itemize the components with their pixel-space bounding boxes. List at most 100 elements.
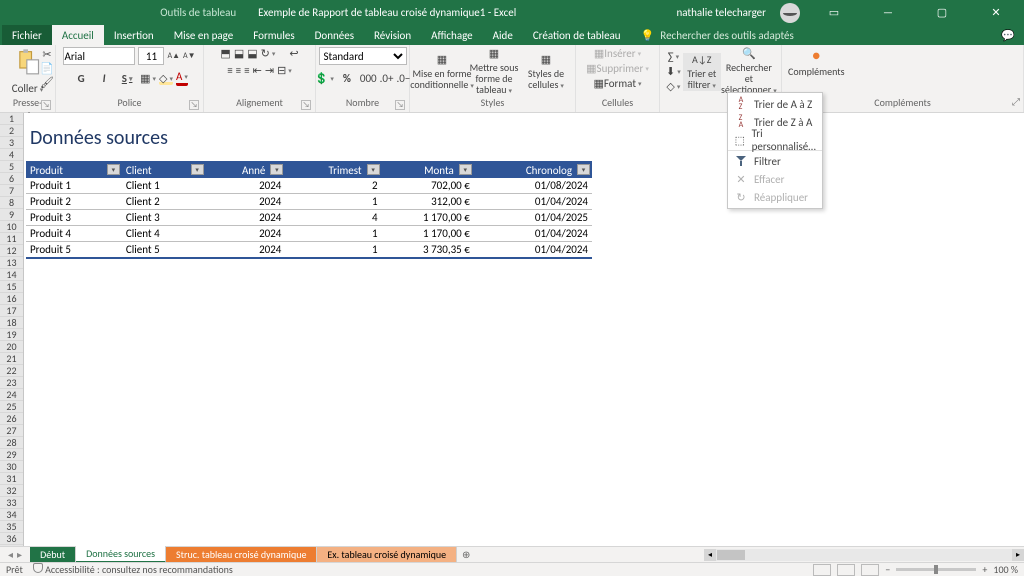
table-cell[interactable]: 01/04/2024 bbox=[474, 242, 592, 259]
table-cell[interactable]: Client 5 bbox=[122, 242, 206, 259]
table-cell[interactable]: 2024 bbox=[206, 178, 286, 194]
table-cell[interactable]: 01/04/2024 bbox=[474, 194, 592, 210]
new-sheet-button[interactable]: ⊕ bbox=[457, 548, 475, 561]
format-painter-icon[interactable]: 🖌 bbox=[40, 76, 54, 89]
decrease-font-icon[interactable]: A▼ bbox=[183, 51, 196, 61]
zoom-in-button[interactable]: + bbox=[982, 563, 987, 576]
accessibility-status[interactable]: Accessibilité : consultez nos recommanda… bbox=[33, 563, 233, 576]
fill-color-icon[interactable]: ◇ bbox=[159, 72, 173, 85]
orientation-icon[interactable]: ↻ bbox=[261, 47, 276, 60]
page-break-view-button[interactable] bbox=[861, 564, 879, 576]
worksheet-grid[interactable]: 1234567891011121314151617181920212223242… bbox=[0, 113, 1024, 552]
table-row[interactable]: Produit 2Client 220241312,00 €01/04/2024 bbox=[26, 194, 592, 210]
column-header[interactable]: Chronolog▾ bbox=[474, 162, 592, 178]
table-cell[interactable]: 2 bbox=[285, 178, 381, 194]
underline-button[interactable]: S bbox=[117, 69, 137, 87]
column-filter-button[interactable]: ▾ bbox=[270, 164, 283, 175]
delete-cells-button[interactable]: ▦ Supprimer bbox=[586, 62, 649, 75]
italic-button[interactable]: I bbox=[94, 69, 114, 87]
format-cells-button[interactable]: ▦ Format bbox=[593, 77, 641, 90]
paste-button[interactable]: Coller bbox=[12, 82, 44, 95]
wrap-text-icon[interactable]: ↩ bbox=[289, 47, 298, 60]
table-cell[interactable]: Produit 2 bbox=[26, 194, 122, 210]
user-name[interactable]: nathalie telecharger bbox=[676, 6, 766, 19]
table-cell[interactable]: 1 bbox=[285, 242, 381, 259]
hscroll-right[interactable]: ▸ bbox=[1012, 549, 1024, 561]
font-size-select[interactable] bbox=[138, 47, 164, 65]
clear-button[interactable]: ◇ bbox=[666, 80, 681, 93]
tab-affichage[interactable]: Affichage bbox=[421, 25, 483, 45]
table-cell[interactable]: Client 1 bbox=[122, 178, 206, 194]
table-cell[interactable]: Produit 4 bbox=[26, 226, 122, 242]
zoom-level[interactable]: 100 % bbox=[993, 563, 1018, 576]
ribbon-display-options-button[interactable]: ▭ bbox=[814, 1, 854, 25]
font-color-icon[interactable]: A bbox=[176, 70, 188, 86]
sheet-tab-debut[interactable]: Début bbox=[30, 547, 76, 562]
font-dialog-launcher[interactable]: ↘ bbox=[189, 100, 199, 110]
column-filter-button[interactable]: ▾ bbox=[459, 164, 472, 175]
sheet-tab-donnees-sources[interactable]: Données sources bbox=[76, 546, 166, 563]
align-middle-icon[interactable]: ⬓ bbox=[234, 47, 244, 60]
column-filter-button[interactable]: ▾ bbox=[367, 164, 380, 175]
decrease-indent-icon[interactable]: ⇤ bbox=[253, 64, 262, 77]
align-top-icon[interactable]: ⬒ bbox=[220, 47, 230, 60]
tab-donnees[interactable]: Données bbox=[305, 25, 364, 45]
data-table[interactable]: Produit▾Client▾Anné▾Trimest▾Monta▾Chrono… bbox=[26, 161, 592, 259]
column-filter-button[interactable]: ▾ bbox=[191, 164, 204, 175]
tab-insertion[interactable]: Insertion bbox=[104, 25, 164, 45]
column-header[interactable]: Client▾ bbox=[122, 162, 206, 178]
percent-format-icon[interactable]: % bbox=[337, 69, 357, 87]
merge-center-icon[interactable]: ⊟ bbox=[277, 64, 292, 77]
paste-icon[interactable] bbox=[14, 47, 42, 78]
column-header[interactable]: Monta▾ bbox=[382, 162, 474, 178]
cut-icon[interactable]: ✂ bbox=[40, 48, 54, 61]
table-cell[interactable]: 01/08/2024 bbox=[474, 178, 592, 194]
column-header[interactable]: Produit▾ bbox=[26, 162, 122, 178]
maximize-button[interactable]: ▢ bbox=[922, 1, 962, 25]
alignment-dialog-launcher[interactable]: ↘ bbox=[301, 100, 311, 110]
column-header[interactable]: Anné▾ bbox=[206, 162, 286, 178]
comma-format-icon[interactable]: 000 bbox=[360, 72, 377, 85]
table-cell[interactable]: 3 730,35 € bbox=[382, 242, 474, 259]
column-filter-button[interactable]: ▾ bbox=[577, 164, 590, 175]
align-right-icon[interactable]: ≡ bbox=[244, 64, 249, 77]
table-cell[interactable]: 2024 bbox=[206, 242, 286, 259]
page-layout-view-button[interactable] bbox=[837, 564, 855, 576]
tab-accueil[interactable]: Accueil bbox=[52, 25, 104, 45]
font-name-select[interactable] bbox=[63, 47, 135, 65]
table-cell[interactable]: Client 4 bbox=[122, 226, 206, 242]
number-format-select[interactable]: Standard bbox=[319, 47, 407, 65]
row-headers[interactable]: 1234567891011121314151617181920212223242… bbox=[0, 113, 24, 552]
custom-sort-item[interactable]: ⬚ Tri personnalisé… bbox=[728, 131, 822, 149]
sheet-tab-struc-tcd[interactable]: Struc. tableau croisé dynamique bbox=[166, 547, 317, 562]
zoom-out-button[interactable]: − bbox=[885, 563, 890, 576]
tab-mise-en-page[interactable]: Mise en page bbox=[164, 25, 244, 45]
decrease-decimal-icon[interactable]: .0− bbox=[396, 72, 410, 85]
table-cell[interactable]: 2024 bbox=[206, 226, 286, 242]
insert-cells-button[interactable]: ▦ Insérer bbox=[594, 47, 641, 60]
tab-formules[interactable]: Formules bbox=[243, 25, 304, 45]
table-row[interactable]: Produit 5Client 5202413 730,35 €01/04/20… bbox=[26, 242, 592, 259]
table-cell[interactable]: 1 170,00 € bbox=[382, 210, 474, 226]
table-cell[interactable]: Produit 3 bbox=[26, 210, 122, 226]
accounting-format-icon[interactable]: 💲 bbox=[315, 72, 334, 85]
table-cell[interactable]: 01/04/2025 bbox=[474, 210, 592, 226]
autosum-button[interactable]: ∑ bbox=[666, 50, 681, 63]
normal-view-button[interactable] bbox=[813, 564, 831, 576]
horizontal-scrollbar[interactable]: ◂ ▸ bbox=[704, 549, 1024, 561]
table-cell[interactable]: 702,00 € bbox=[382, 178, 474, 194]
tab-aide[interactable]: Aide bbox=[483, 25, 523, 45]
tab-revision[interactable]: Révision bbox=[364, 25, 421, 45]
table-row[interactable]: Produit 1Client 120242702,00 €01/08/2024 bbox=[26, 178, 592, 194]
increase-decimal-icon[interactable]: .0+ bbox=[380, 72, 394, 85]
table-cell[interactable]: 01/04/2024 bbox=[474, 226, 592, 242]
align-left-icon[interactable]: ≡ bbox=[227, 64, 232, 77]
table-cell[interactable]: Client 3 bbox=[122, 210, 206, 226]
table-row[interactable]: Produit 3Client 3202441 170,00 €01/04/20… bbox=[26, 210, 592, 226]
user-avatar[interactable] bbox=[780, 3, 800, 23]
fill-button[interactable]: ⬇ bbox=[666, 65, 681, 78]
zoom-slider[interactable] bbox=[896, 568, 976, 571]
cell-styles-button[interactable]: ▦ Styles de cellules bbox=[520, 53, 572, 91]
sort-az-item[interactable]: AZ Trier de A à Z bbox=[728, 95, 822, 113]
tab-nav-prev[interactable]: ◂ bbox=[8, 548, 13, 561]
